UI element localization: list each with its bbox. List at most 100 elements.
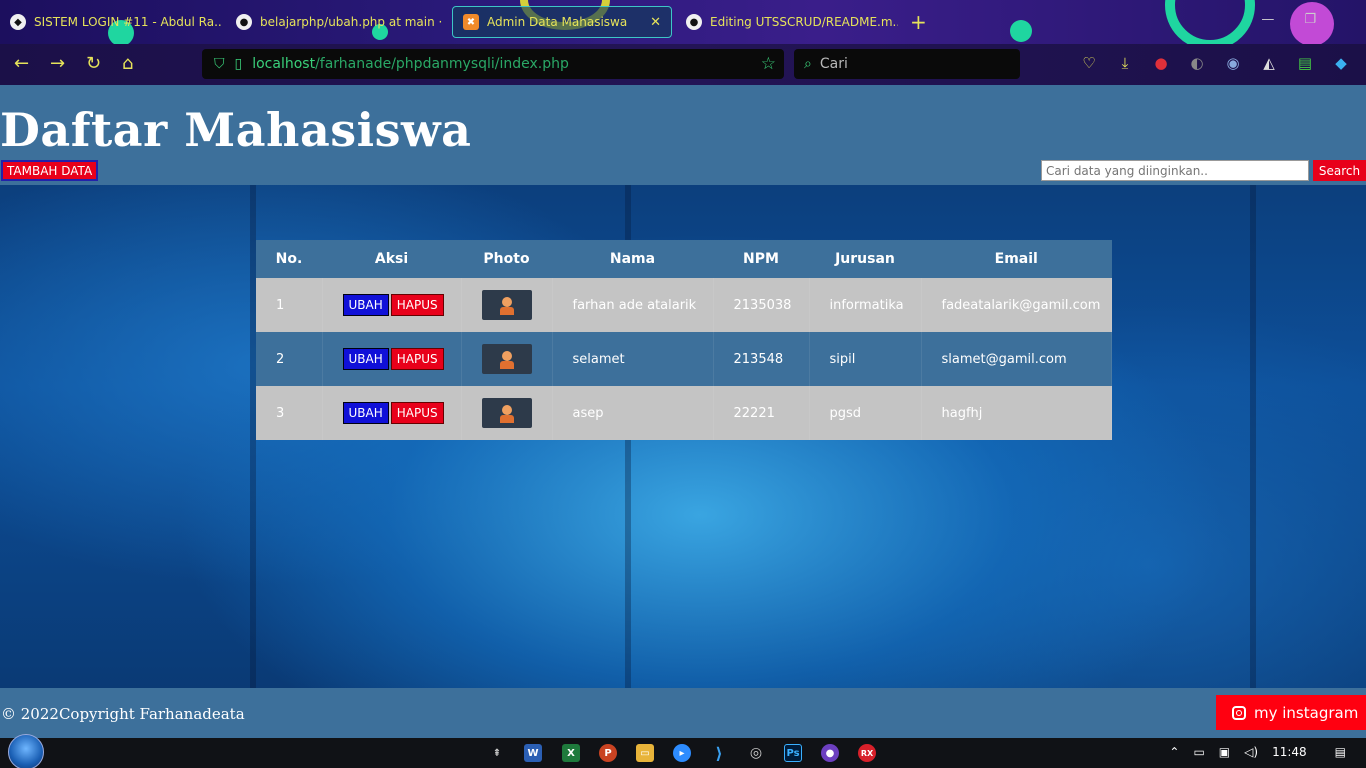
cell-no: 3 <box>256 386 323 440</box>
url-bar[interactable]: ⛉ ▯ localhost/farhanade/phpdanmysqli/ind… <box>202 49 784 79</box>
zoom-icon[interactable]: ▸ <box>673 744 691 762</box>
back-icon[interactable]: ← <box>14 54 29 74</box>
edit-button[interactable]: UBAH <box>342 402 389 424</box>
close-tab-icon[interactable]: ✕ <box>650 15 661 30</box>
cell-jurusan: informatika <box>809 278 922 332</box>
cell-email: hagfhj <box>921 386 1112 440</box>
url-host: localhost <box>252 56 316 72</box>
cell-npm: 22221 <box>713 386 810 440</box>
cell-nama: asep <box>552 386 714 440</box>
delete-button[interactable]: HAPUS <box>390 402 444 424</box>
vscode-icon[interactable]: ⟩ <box>710 744 728 763</box>
clock[interactable]: 11:48 <box>1272 745 1307 759</box>
volume-icon[interactable]: ◁) <box>1244 745 1258 759</box>
browser-nav-bar: ← → ↻ ⌂ ⛉ ▯ localhost/farhanade/phpdanmy… <box>0 44 1366 85</box>
edit-button[interactable]: UBAH <box>342 348 389 370</box>
chevron-up-icon[interactable]: ⌃ <box>1169 745 1179 759</box>
header-jurusan: Jurusan <box>809 240 921 278</box>
cell-photo <box>461 386 553 440</box>
github-desktop-icon[interactable]: ● <box>821 744 839 762</box>
powerpoint-icon[interactable]: P <box>599 744 617 762</box>
extension-cube-icon[interactable]: ◆ <box>1332 54 1350 72</box>
header-no: No. <box>256 240 322 278</box>
student-photo <box>481 344 532 374</box>
cell-aksi: UBAH HAPUS <box>322 386 462 440</box>
rx-icon[interactable]: RX <box>858 744 876 762</box>
extension-red-icon[interactable]: ● <box>1152 54 1170 72</box>
header-nama: Nama <box>552 240 713 278</box>
reload-icon[interactable]: ↻ <box>86 54 101 74</box>
os-taskbar: ⇞ W X P ▭ ▸ ⟩ ◎ Ps ● RX ⌃ ▭ ▣ ◁) 11:48 ▤ <box>0 734 1366 768</box>
minimize-icon[interactable]: — <box>1261 12 1274 27</box>
header-npm: NPM <box>713 240 809 278</box>
url-path: /farhanade/phpdanmysqli/index.php <box>315 56 569 72</box>
header-photo: Photo <box>461 240 552 278</box>
page-title: Daftar Mahasiswa <box>0 103 472 157</box>
file-explorer-icon[interactable]: ▭ <box>636 744 654 762</box>
new-tab-button[interactable]: + <box>910 10 927 34</box>
start-button[interactable] <box>8 734 44 768</box>
cell-photo <box>461 278 553 332</box>
excel-icon[interactable]: X <box>562 744 580 762</box>
window-controls: — ❐ <box>1261 12 1316 27</box>
system-tray: ⌃ ▭ ▣ ◁) 11:48 ▤ <box>1169 745 1346 759</box>
shield-icon[interactable]: ⛉ <box>214 56 225 72</box>
cell-nama: selamet <box>552 332 714 386</box>
maximize-icon[interactable]: ❐ <box>1304 12 1316 27</box>
search-input[interactable] <box>1041 160 1309 181</box>
bookmark-star-icon[interactable]: ☆ <box>761 54 776 74</box>
browser-tab-bar: ◆ SISTEM LOGIN #11 - Abdul Ra... ✕ ● bel… <box>0 0 1366 44</box>
app-icon[interactable]: ⇞ <box>488 744 506 762</box>
instagram-button[interactable]: my instagram <box>1216 695 1366 730</box>
add-data-button[interactable]: TAMBAH DATA <box>1 160 99 181</box>
cell-no: 1 <box>256 278 323 332</box>
download-icon[interactable]: ⤓ <box>1116 54 1134 72</box>
tab-github-ubah[interactable]: ● belajarphp/ubah.php at main · ✕ <box>226 6 446 38</box>
search-button[interactable]: Search <box>1313 160 1366 181</box>
tab-label: Editing UTSSCRUD/README.m... <box>710 15 898 29</box>
edit-button[interactable]: UBAH <box>342 294 389 316</box>
word-icon[interactable]: W <box>524 744 542 762</box>
page-icon: ▯ <box>234 56 243 72</box>
header-email: Email <box>921 240 1112 278</box>
search-icon: ⌕ <box>804 56 812 72</box>
tab-editing-readme[interactable]: ● Editing UTSSCRUD/README.m... ✕ <box>676 6 898 38</box>
browser-search-bar[interactable]: ⌕ Cari <box>794 49 1020 79</box>
instagram-icon <box>1232 705 1246 720</box>
tab-label: Admin Data Mahasiswa <box>487 15 628 29</box>
table-row: 2 UBAH HAPUS selamet 213548 sipil slamet@… <box>256 332 1112 386</box>
table-header-row: No. Aksi Photo Nama NPM Jurusan Email <box>256 240 1112 278</box>
delete-button[interactable]: HAPUS <box>390 348 444 370</box>
table-row: 1 UBAH HAPUS farhan ade atalarik 2135038 … <box>256 278 1112 332</box>
web-page: Daftar Mahasiswa TAMBAH DATA Search No. … <box>0 85 1366 738</box>
network-icon[interactable]: ▣ <box>1219 745 1230 759</box>
cell-photo <box>461 332 553 386</box>
cell-no: 2 <box>256 332 323 386</box>
cell-jurusan: pgsd <box>809 386 922 440</box>
pocket-icon[interactable]: ♡ <box>1080 54 1098 72</box>
tab-sistem-login[interactable]: ◆ SISTEM LOGIN #11 - Abdul Ra... ✕ <box>0 6 222 38</box>
delete-button[interactable]: HAPUS <box>390 294 444 316</box>
xampp-icon: ✖ <box>463 14 479 30</box>
forward-icon[interactable]: → <box>50 54 65 74</box>
extension-globe-icon[interactable]: ◉ <box>1224 54 1242 72</box>
decor-ring <box>1165 0 1255 44</box>
table-row: 3 UBAH HAPUS asep 22221 pgsd hagfhj <box>256 386 1112 440</box>
tab-label: SISTEM LOGIN #11 - Abdul Ra... <box>34 15 222 29</box>
github-icon: ● <box>686 14 702 30</box>
cell-npm: 213548 <box>713 332 810 386</box>
cell-email: fadeatalarik@gamil.com <box>921 278 1112 332</box>
extension-stack-icon[interactable]: ▤ <box>1296 54 1314 72</box>
background-panel: No. Aksi Photo Nama NPM Jurusan Email 1 … <box>0 185 1366 688</box>
extension-gray-icon[interactable]: ◐ <box>1188 54 1206 72</box>
photoshop-icon[interactable]: Ps <box>784 744 802 762</box>
obs-icon[interactable]: ◎ <box>747 744 765 762</box>
home-icon[interactable]: ⌂ <box>122 54 133 74</box>
decor-circle <box>1010 20 1032 42</box>
tab-admin-data-mahasiswa[interactable]: ✖ Admin Data Mahasiswa ✕ <box>452 6 672 38</box>
notification-icon[interactable]: ▤ <box>1335 745 1346 759</box>
extension-shoe-icon[interactable]: ◭ <box>1260 54 1278 72</box>
cell-aksi: UBAH HAPUS <box>322 332 462 386</box>
student-table: No. Aksi Photo Nama NPM Jurusan Email 1 … <box>256 240 1112 440</box>
battery-icon[interactable]: ▭ <box>1193 745 1204 759</box>
